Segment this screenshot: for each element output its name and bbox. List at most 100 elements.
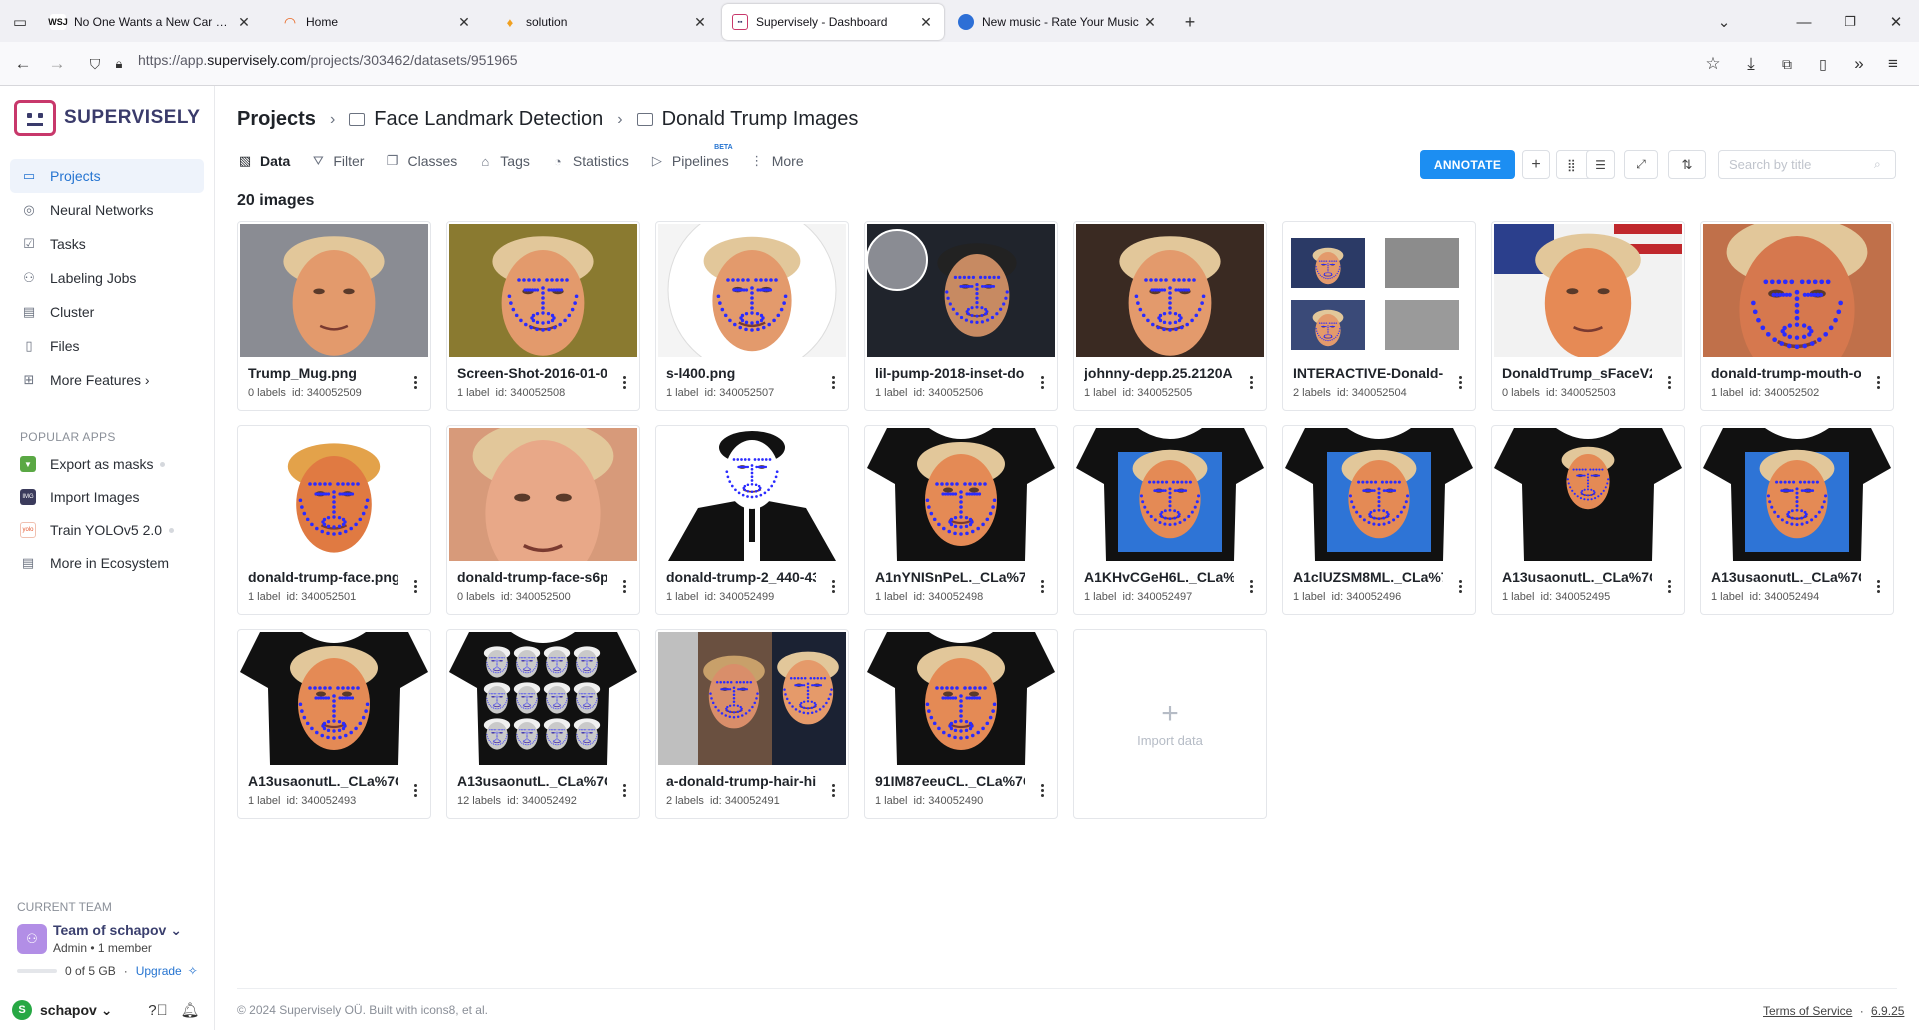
sidebar-item-labeling-jobs[interactable]: ⚇ Labeling Jobs bbox=[10, 261, 204, 295]
image-thumbnail[interactable] bbox=[240, 224, 428, 357]
image-name[interactable]: 91IM87eeuCL._CLa%7C bbox=[875, 773, 1025, 789]
image-name[interactable]: A13usaonutL._CLa%7C bbox=[457, 773, 607, 789]
sort-direction-icon[interactable]: ⇅ bbox=[1668, 150, 1706, 179]
browser-tab-solution[interactable]: ♦ solution ✕ bbox=[492, 4, 718, 40]
image-card[interactable]: A13usaonutL._CLa%7C 1 label id: 340052495 bbox=[1491, 425, 1685, 615]
forward-icon[interactable]: → bbox=[44, 51, 70, 77]
card-menu-kebab-icon[interactable] bbox=[408, 372, 422, 392]
close-tab-icon[interactable]: ✕ bbox=[456, 14, 472, 31]
image-thumbnail[interactable] bbox=[867, 224, 1055, 357]
image-name[interactable]: INTERACTIVE-Donald-T bbox=[1293, 365, 1443, 381]
image-thumbnail[interactable] bbox=[867, 428, 1055, 561]
image-name[interactable]: johnny-depp.25.2120A bbox=[1084, 365, 1234, 381]
image-card[interactable]: 91IM87eeuCL._CLa%7C 1 label id: 340052490 bbox=[864, 629, 1058, 819]
tab-pipelines[interactable]: ▷ Pipelines BETA bbox=[649, 144, 733, 169]
downloads-icon[interactable]: ⤓ bbox=[1738, 51, 1764, 77]
image-thumbnail[interactable] bbox=[449, 428, 637, 561]
close-tab-icon[interactable]: ✕ bbox=[236, 14, 252, 31]
image-card[interactable]: A1nYNISnPeL._CLa%7C 1 label id: 340052498 bbox=[864, 425, 1058, 615]
image-thumbnail[interactable] bbox=[240, 428, 428, 561]
image-card[interactable]: A13usaonutL._CLa%7C 1 label id: 340052494 bbox=[1700, 425, 1894, 615]
browser-tab-home[interactable]: ◠ Home ✕ bbox=[272, 4, 482, 40]
card-menu-kebab-icon[interactable] bbox=[1453, 372, 1467, 392]
breadcrumb-projects[interactable]: Projects bbox=[237, 108, 316, 131]
tab-statistics[interactable]: ◔ Statistics bbox=[550, 153, 629, 169]
image-card[interactable]: INTERACTIVE-Donald-T 2 labels id: 3400525… bbox=[1282, 221, 1476, 411]
image-card[interactable]: a-donald-trump-hair-his 2 labels id: 3400… bbox=[655, 629, 849, 819]
image-thumbnail[interactable] bbox=[658, 224, 846, 357]
image-thumbnail[interactable] bbox=[658, 428, 846, 561]
image-name[interactable]: donald-trump-mouth-o bbox=[1711, 365, 1861, 381]
extensions-icon[interactable]: ⧉ bbox=[1774, 51, 1800, 77]
team-switcher[interactable]: ⚇ Team of schapov ⌄ Admin • 1 member bbox=[17, 922, 182, 955]
card-menu-kebab-icon[interactable] bbox=[617, 576, 631, 596]
image-name[interactable]: s-l400.png bbox=[666, 365, 816, 381]
browser-tab-wsj[interactable]: WSJ No One Wants a New Car Now. Here ✕ bbox=[40, 4, 262, 40]
user-menu[interactable]: S schapov ⌄ bbox=[12, 1000, 112, 1020]
image-thumbnail[interactable] bbox=[1703, 428, 1891, 561]
brand-logo[interactable]: SUPERVISELY bbox=[14, 100, 200, 136]
help-icon[interactable]: ?⃝ bbox=[148, 1000, 168, 1020]
image-thumbnail[interactable] bbox=[449, 632, 637, 765]
restore-window-icon[interactable]: ❐ bbox=[1838, 10, 1862, 34]
tab-classes[interactable]: ❐ Classes bbox=[384, 153, 458, 169]
image-name[interactable]: A13usaonutL._CLa%7C bbox=[1711, 569, 1861, 585]
overflow-chevrons-icon[interactable]: » bbox=[1846, 51, 1872, 77]
version-link[interactable]: 6.9.25 bbox=[1871, 1004, 1904, 1018]
breadcrumb-project[interactable]: Face Landmark Detection bbox=[374, 108, 603, 131]
image-card[interactable]: Trump_Mug.png 0 labels id: 340052509 bbox=[237, 221, 431, 411]
image-card[interactable]: lil-pump-2018-inset-do 1 label id: 340052… bbox=[864, 221, 1058, 411]
image-thumbnail[interactable] bbox=[449, 224, 637, 357]
image-thumbnail[interactable] bbox=[867, 632, 1055, 765]
lock-icon[interactable]: 🔒︎ bbox=[106, 51, 132, 77]
image-name[interactable]: Screen-Shot-2016-01-0 bbox=[457, 365, 607, 381]
card-menu-kebab-icon[interactable] bbox=[1453, 576, 1467, 596]
close-window-icon[interactable]: ✕ bbox=[1884, 10, 1908, 34]
image-card[interactable]: donald-trump-mouth-o 1 label id: 34005250… bbox=[1700, 221, 1894, 411]
tab-tags[interactable]: ⌂ Tags bbox=[477, 153, 530, 169]
image-thumbnail[interactable] bbox=[1494, 224, 1682, 357]
image-name[interactable]: A13usaonutL._CLa%7C bbox=[1502, 569, 1652, 585]
import-data-card[interactable]: + Import data bbox=[1073, 629, 1267, 819]
close-tab-icon[interactable]: ✕ bbox=[918, 14, 934, 31]
app-train-yolov5[interactable]: yolo Train YOLOv5 2.0 bbox=[20, 522, 175, 538]
card-menu-kebab-icon[interactable] bbox=[826, 576, 840, 596]
image-name[interactable]: donald-trump-face.png bbox=[248, 569, 398, 585]
image-name[interactable]: A13usaonutL._CLa%7C bbox=[248, 773, 398, 789]
card-menu-kebab-icon[interactable] bbox=[408, 576, 422, 596]
card-menu-kebab-icon[interactable] bbox=[1035, 576, 1049, 596]
card-menu-kebab-icon[interactable] bbox=[1035, 780, 1049, 800]
image-thumbnail[interactable] bbox=[240, 632, 428, 765]
card-menu-kebab-icon[interactable] bbox=[1871, 576, 1885, 596]
reader-icon[interactable]: ▯ bbox=[1810, 51, 1836, 77]
bell-icon[interactable]: 🔔︎ bbox=[180, 1000, 200, 1020]
image-card[interactable]: johnny-depp.25.2120A 1 label id: 34005250… bbox=[1073, 221, 1267, 411]
card-menu-kebab-icon[interactable] bbox=[1244, 576, 1258, 596]
card-menu-kebab-icon[interactable] bbox=[826, 372, 840, 392]
image-thumbnail[interactable] bbox=[1076, 428, 1264, 561]
image-name[interactable]: A1KHvCGeH6L._CLa%7 bbox=[1084, 569, 1234, 585]
browser-tab-rym[interactable]: New music - Rate Your Music ✕ bbox=[948, 4, 1168, 40]
image-name[interactable]: lil-pump-2018-inset-do bbox=[875, 365, 1025, 381]
image-thumbnail[interactable] bbox=[1076, 224, 1264, 357]
sidebar-item-projects[interactable]: ▭ Projects bbox=[10, 159, 204, 193]
search-input[interactable] bbox=[1718, 150, 1896, 179]
bookmark-star-icon[interactable]: ☆ bbox=[1700, 51, 1726, 77]
list-view-icon[interactable]: ☰ bbox=[1586, 150, 1615, 179]
list-all-tabs-icon[interactable]: ⌄ bbox=[1712, 10, 1736, 34]
image-name[interactable]: A1nYNISnPeL._CLa%7C bbox=[875, 569, 1025, 585]
browser-tab-supervisely[interactable]: ▪▪ Supervisely - Dashboard ✕ bbox=[722, 4, 944, 40]
tracking-shield-icon[interactable]: ⛉ bbox=[82, 51, 108, 77]
image-name[interactable]: a-donald-trump-hair-his bbox=[666, 773, 816, 789]
image-card[interactable]: donald-trump-face.png 1 label id: 3400525… bbox=[237, 425, 431, 615]
image-thumbnail[interactable] bbox=[658, 632, 846, 765]
card-menu-kebab-icon[interactable] bbox=[1662, 372, 1676, 392]
image-thumbnail[interactable] bbox=[1285, 428, 1473, 561]
app-import-images[interactable]: IMG Import Images bbox=[20, 489, 139, 505]
app-export-masks[interactable]: ▼ Export as masks bbox=[20, 456, 166, 472]
back-icon[interactable]: ← bbox=[10, 51, 36, 77]
close-tab-icon[interactable]: ✕ bbox=[1142, 14, 1158, 31]
image-card[interactable]: A1KHvCGeH6L._CLa%7 1 label id: 340052497 bbox=[1073, 425, 1267, 615]
card-menu-kebab-icon[interactable] bbox=[617, 372, 631, 392]
url-bar[interactable]: https://app.supervisely.com/projects/303… bbox=[138, 52, 518, 68]
